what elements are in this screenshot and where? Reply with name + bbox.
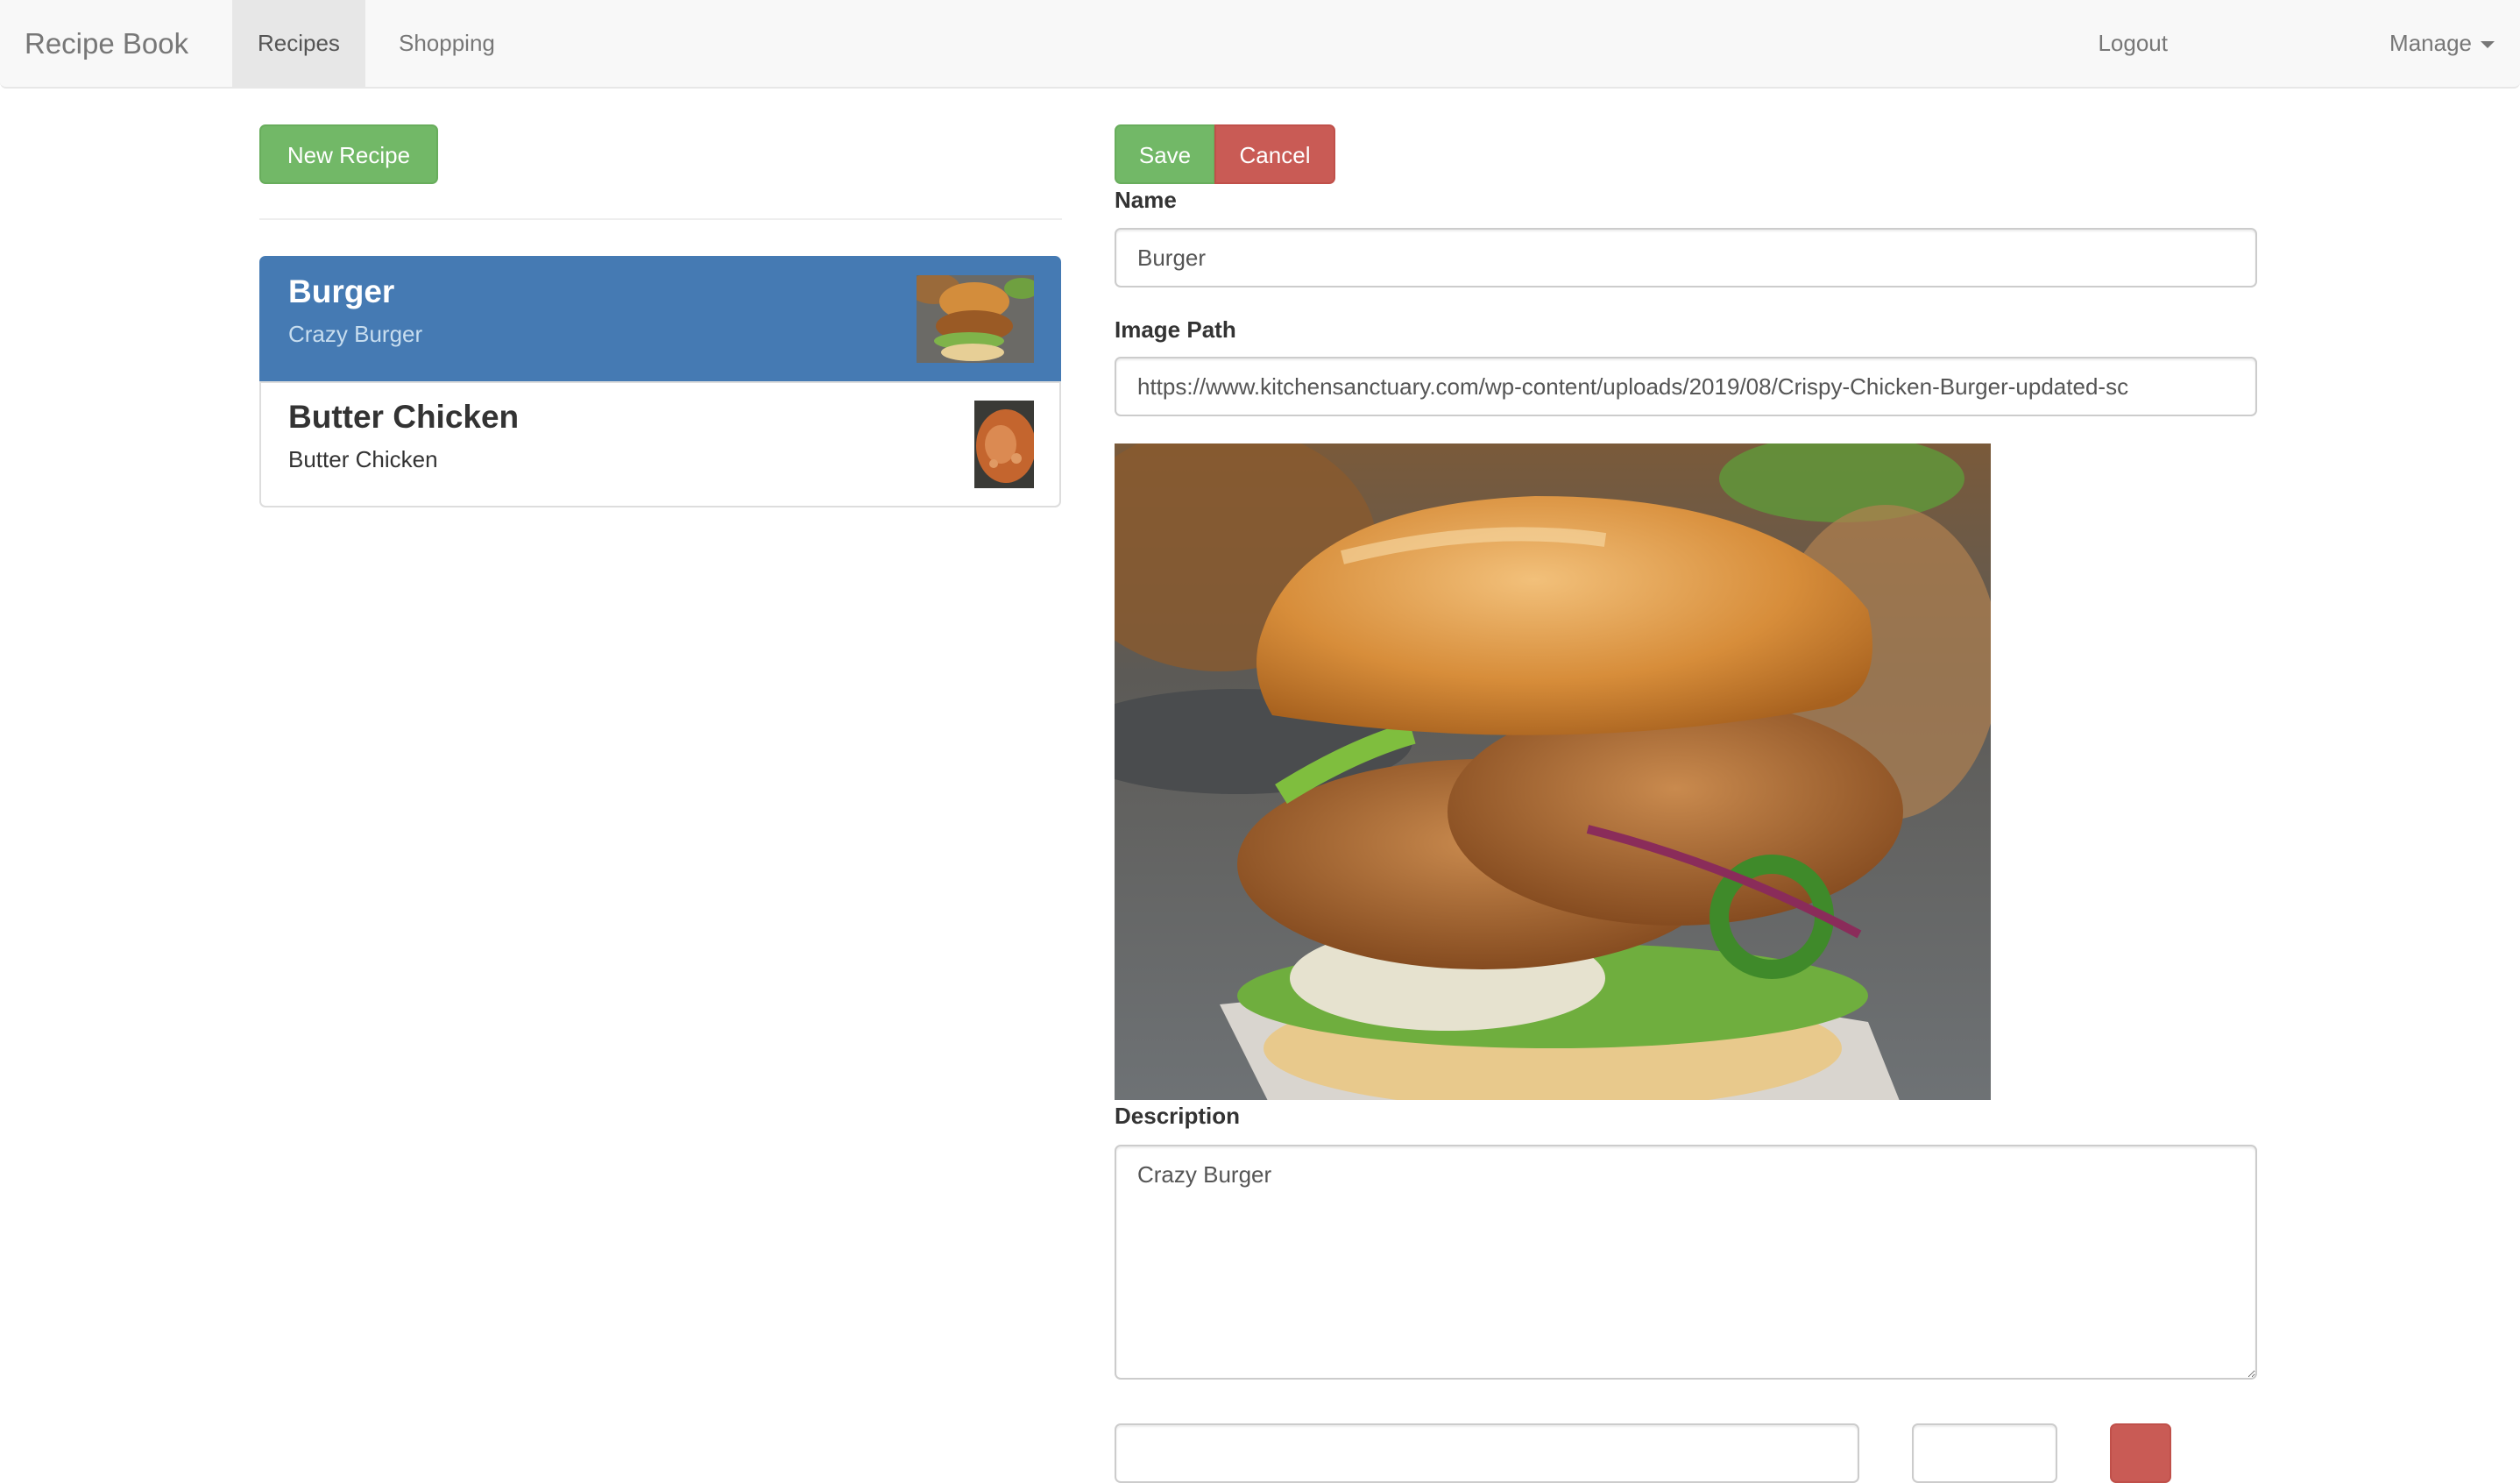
- manage-dropdown[interactable]: Manage: [2364, 0, 2520, 87]
- recipe-list-item-burger[interactable]: Burger Crazy Burger: [259, 256, 1061, 382]
- navbar: Recipe Book Recipes Shopping Logout Mana…: [0, 0, 2520, 89]
- image-path-input[interactable]: [1115, 357, 2257, 416]
- manage-label: Manage: [2389, 30, 2472, 56]
- caret-down-icon: [2481, 41, 2495, 49]
- recipe-list-item-butter-chicken[interactable]: Butter Chicken Butter Chicken: [259, 381, 1061, 507]
- brand-link[interactable]: Recipe Book: [25, 0, 188, 87]
- recipe-thumbnail: [974, 401, 1034, 488]
- ingredient-amount-input[interactable]: [1912, 1423, 2057, 1483]
- cancel-button[interactable]: Cancel: [1214, 124, 1335, 184]
- description-label: Description: [1115, 1103, 1241, 1129]
- divider: [259, 218, 1062, 220]
- name-input[interactable]: [1115, 228, 2257, 287]
- recipe-description: Butter Chicken: [288, 446, 438, 472]
- image-path-label: Image Path: [1115, 316, 1236, 343]
- name-label: Name: [1115, 187, 1177, 213]
- recipe-name: Burger: [288, 273, 395, 309]
- new-recipe-button[interactable]: New Recipe: [259, 124, 438, 184]
- recipe-thumbnail: [917, 275, 1034, 363]
- tab-shopping[interactable]: Shopping: [373, 0, 520, 87]
- recipe-name: Butter Chicken: [288, 399, 520, 435]
- logout-link[interactable]: Logout: [2072, 0, 2193, 87]
- recipe-image-preview: [1115, 443, 1991, 1100]
- tab-recipes[interactable]: Recipes: [232, 0, 365, 87]
- recipe-description: Crazy Burger: [288, 321, 423, 347]
- description-textarea[interactable]: Crazy Burger: [1115, 1145, 2257, 1380]
- ingredient-name-input[interactable]: [1115, 1423, 1859, 1483]
- delete-ingredient-button[interactable]: [2110, 1423, 2171, 1483]
- save-button[interactable]: Save: [1115, 124, 1215, 184]
